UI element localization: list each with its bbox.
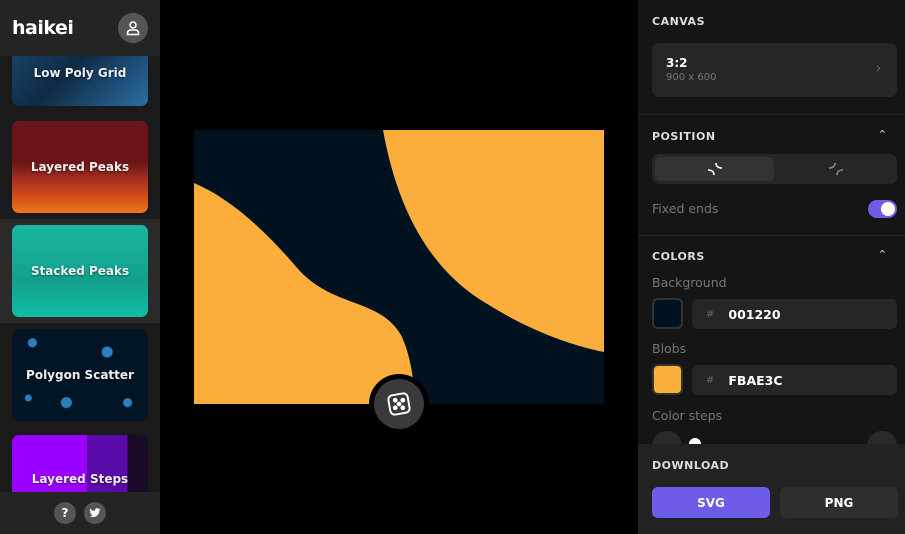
canvas-heading: CANVAS [652, 15, 705, 28]
color-steps-label: Color steps [652, 408, 723, 423]
blob-preview-canvas [194, 130, 604, 404]
download-section: DOWNLOAD SVG PNG [638, 444, 905, 534]
blobs-color-swatch[interactable] [652, 364, 683, 395]
generator-thumbnail: Polygon Scatter [12, 329, 148, 421]
top-bar: haikei [0, 0, 160, 56]
canvas-ratio: 3:2 [666, 56, 688, 70]
background-color-swatch[interactable] [652, 298, 683, 329]
generator-label: Layered Steps [31, 472, 129, 486]
twitter-button[interactable] [84, 502, 106, 524]
background-hex-input[interactable]: #001220 [692, 299, 897, 329]
generator-label: Layered Peaks [30, 160, 130, 174]
download-heading: DOWNLOAD [652, 459, 730, 472]
generator-thumbnail: Layered Steps [12, 435, 148, 492]
hash-label: # [706, 308, 715, 320]
settings-panel: CANVAS 3:2 900 x 600 › POSITION ⌃ Fixed … [638, 0, 905, 534]
generator-thumbnail: Stacked Peaks [12, 225, 148, 317]
position-option-1[interactable] [655, 157, 774, 181]
fixed-ends-toggle[interactable] [868, 200, 897, 218]
collapse-colors-icon[interactable]: ⌃ [878, 248, 887, 261]
collapse-position-icon[interactable]: ⌃ [878, 128, 887, 141]
generator-layered-peaks[interactable]: Layered Peaks [0, 115, 160, 219]
dice-icon [387, 392, 411, 416]
generator-thumbnail: Layered Peaks [12, 121, 148, 213]
generator-label: Stacked Peaks [30, 264, 130, 278]
blobs-hex-input[interactable]: # FBAE3C [692, 365, 897, 395]
corner-curves-alt-icon [828, 162, 843, 176]
toggle-knob [881, 202, 895, 216]
generator-list[interactable]: Low Poly Grid Layered Peaks Stacked Peak… [0, 56, 160, 492]
user-icon [126, 21, 140, 36]
download-svg-button[interactable]: SVG [652, 487, 770, 518]
twitter-icon [89, 508, 101, 518]
position-toggle-group [652, 154, 897, 184]
generator-label: Low Poly Grid [33, 66, 127, 80]
background-label: Background [652, 275, 727, 290]
user-button[interactable] [118, 13, 148, 43]
generator-thumbnail: Low Poly Grid [12, 56, 148, 106]
position-option-2[interactable] [777, 157, 894, 181]
corner-curves-icon [707, 162, 722, 176]
chevron-right-icon: › [876, 61, 881, 75]
logo[interactable]: haikei [12, 17, 74, 39]
download-png-button[interactable]: PNG [780, 487, 898, 518]
position-heading: POSITION [652, 130, 716, 143]
help-icon: ? [61, 506, 69, 520]
blobs-hex-value: FBAE3C [728, 372, 783, 388]
background-hex-value: 001220 [728, 306, 781, 322]
randomize-button[interactable] [369, 374, 429, 434]
divider [638, 235, 905, 236]
generator-stacked-peaks[interactable]: Stacked Peaks [0, 219, 160, 323]
generator-layered-steps[interactable]: Layered Steps [0, 427, 160, 492]
sidebar-footer: ? [0, 492, 160, 534]
canvas-dimensions: 900 x 600 [666, 72, 717, 83]
colors-heading: COLORS [652, 250, 705, 263]
generator-polygon-scatter[interactable]: Polygon Scatter [0, 323, 160, 427]
blobs-label: Blobs [652, 341, 687, 356]
generator-label: Polygon Scatter [26, 368, 134, 382]
generator-sidebar: haikei Low Poly Grid Layered Peaks Stack… [0, 0, 160, 534]
canvas-size-selector[interactable]: 3:2 900 x 600 › [652, 43, 897, 97]
hash-label: # [706, 374, 715, 386]
generator-low-poly-grid[interactable]: Low Poly Grid [0, 56, 160, 112]
fixed-ends-label: Fixed ends [652, 201, 719, 216]
divider [638, 114, 905, 115]
help-button[interactable]: ? [54, 502, 76, 524]
